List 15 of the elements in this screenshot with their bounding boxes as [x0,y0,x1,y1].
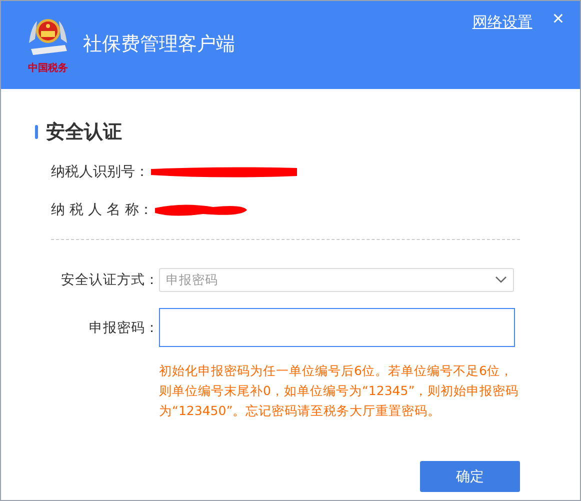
field-label: 申报密码： [88,318,159,336]
info-label: 纳 税 人 名 称： [51,201,153,219]
section-title: 安全认证 [46,120,122,145]
password-field[interactable] [159,308,515,347]
confirm-button[interactable]: 确定 [420,461,520,492]
caret-icon [495,276,507,284]
close-button[interactable]: × [550,9,566,29]
section-marker [35,125,38,139]
logo-text: 中国税务 [28,62,68,75]
field-label: 安全认证方式： [60,271,159,289]
info-label: 纳税人识别号： [51,163,149,181]
password-hint: 初始化申报密码为任一单位编号后6位。若单位编号不足6位，则单位编号末尾补0，如单位编号为“12345”，则初始申报密码为“123450”。忘记密码请至税务大厅重置密码。 [159,362,519,420]
network-settings-link[interactable]: 网络设置 [472,13,532,32]
window-title: 社保费管理客户端 [83,32,235,57]
auth-method-select[interactable]: 申报密码 [159,268,514,292]
